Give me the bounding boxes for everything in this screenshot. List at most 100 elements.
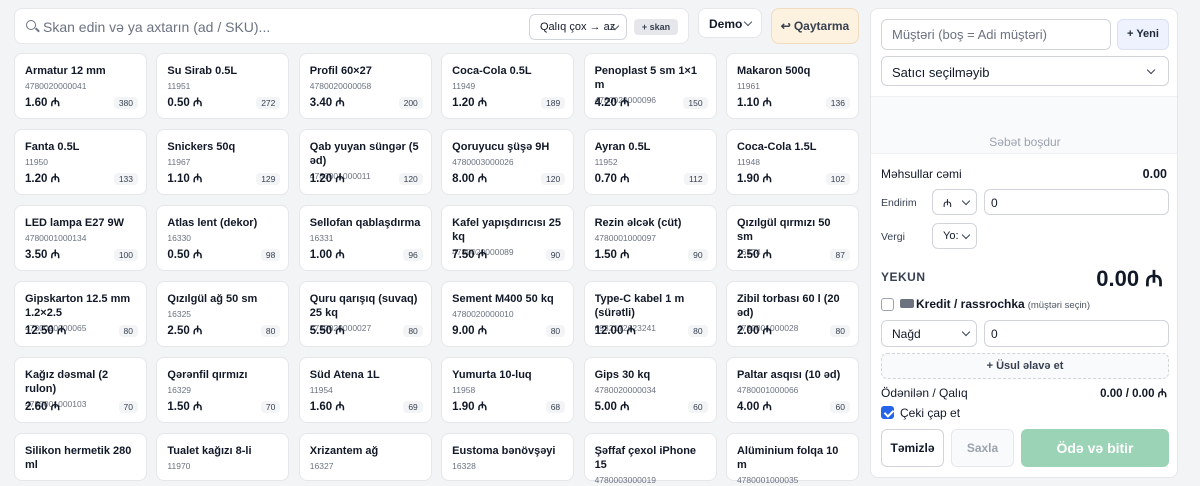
discount-input[interactable]: 0: [984, 189, 1169, 215]
save-button[interactable]: Saxla: [951, 429, 1014, 467]
product-stock: 90: [688, 249, 708, 261]
sort-selected-label: Qalıq çox → az: [540, 21, 616, 33]
product-card[interactable]: Ayran 0.5L 11952 0.70 ₼ 112: [583, 129, 717, 195]
product-card[interactable]: Profil 60×27 4780020000058 3.40 ₼ 200: [298, 53, 432, 119]
scan-label: skan: [649, 22, 671, 32]
product-sku: 4780003000019: [594, 475, 657, 485]
product-stock: 69: [403, 401, 423, 413]
return-button[interactable]: ↩ Qaytarma: [771, 8, 859, 44]
product-price: 9.00 ₼: [452, 325, 488, 337]
product-card[interactable]: Penoplast 5 sm 1×1 m 4780020000096 4.20 ₼ 1…: [583, 53, 717, 119]
product-name: Paltar asqısı (10 əd): [736, 369, 841, 381]
product-sku: 11958: [452, 385, 476, 395]
product-price: 1.60 ₼: [25, 97, 60, 109]
product-card[interactable]: Coca-Cola 0.5L 11949 1.20 ₼ 189: [441, 53, 575, 119]
chevron-down-icon: [961, 327, 971, 337]
pay-and-finish-button[interactable]: Ödə və bitir: [1021, 429, 1169, 467]
product-card[interactable]: Zibil torbası 60 l (20 əd) 4780001000028 2…: [725, 281, 859, 347]
product-card[interactable]: Atlas lent (dekor) 16330 0.50 ₼ 98: [156, 205, 290, 271]
product-card[interactable]: Kafel yapışdırıcısı 25 kq 4780020000089 7.…: [441, 205, 575, 271]
credit-checkbox[interactable]: [881, 298, 894, 311]
product-sku: 4780003000026: [452, 157, 514, 167]
product-card[interactable]: Type-C kabel 1 m (sürətli) 6932172623241 1…: [583, 281, 717, 347]
product-card[interactable]: Sellofan qablaşdırma 16331 1.00 ₼ 96: [298, 205, 432, 271]
new-customer-button[interactable]: + Yeni: [1117, 19, 1169, 50]
product-name: Kağız dəsmal (2 rulon): [25, 369, 109, 395]
product-card[interactable]: Sement M400 50 kq 4780020000010 9.00 ₼ 80: [441, 281, 575, 347]
discount-type-select[interactable]: ₼: [932, 189, 977, 215]
chevron-down-icon: [743, 17, 753, 27]
product-sku: 16331: [309, 233, 334, 243]
product-card[interactable]: Şəffaf çexol iPhone 15 4780003000019: [583, 433, 717, 485]
product-stock: 100: [113, 249, 138, 261]
product-sku: 16330: [167, 233, 192, 243]
print-receipt-checkbox[interactable]: [881, 406, 894, 419]
product-card[interactable]: Snickers 50q 11967 1.10 ₼ 129: [156, 129, 290, 195]
product-price: 1.20 ₼: [25, 173, 60, 185]
product-card[interactable]: Gipskarton 12.5 mm 1.2×2.5 4780020000065 1…: [14, 281, 147, 347]
product-card[interactable]: Qoruyucu şüşə 9H 4780003000026 8.00 ₼ 120: [441, 129, 575, 195]
scan-button[interactable]: + skan: [634, 19, 678, 35]
product-card[interactable]: Coca-Cola 1.5L 11948 1.90 ₼ 102: [725, 129, 859, 195]
product-card[interactable]: Yumurta 10-luq 11958 1.90 ₼ 68: [441, 357, 575, 423]
customer-input[interactable]: [881, 19, 1111, 50]
product-card[interactable]: Armatur 12 mm 4780020000041 1.60 ₼ 380: [14, 53, 147, 119]
tax-select[interactable]: Yo:: [932, 223, 977, 249]
product-name: Su Sirab 0.5L: [167, 65, 238, 77]
product-card[interactable]: Su Sirab 0.5L 11951 0.50 ₼ 272: [156, 53, 290, 119]
product-card[interactable]: Tualet kağızı 8-li 11970: [156, 433, 290, 481]
product-stock: 60: [830, 401, 850, 413]
product-card[interactable]: Eustoma bənövşəyi 16328: [441, 433, 575, 481]
product-card[interactable]: Rezin əlcək (cüt) 4780001000097 1.50 ₼ 90: [583, 205, 717, 271]
product-name: Qoruyucu şüşə 9H: [452, 141, 550, 153]
clear-button[interactable]: Təmizlə: [881, 429, 944, 467]
product-name: Qızılgül qırmızı 50 sm: [736, 217, 831, 243]
product-name: Ayran 0.5L: [594, 141, 651, 153]
product-stock: 102: [825, 173, 850, 185]
product-card[interactable]: Fanta 0.5L 11950 1.20 ₼ 133: [14, 129, 147, 195]
product-card[interactable]: Silikon hermetik 280 ml: [14, 433, 147, 481]
product-name: Zibil torbası 60 l (20 əd): [736, 293, 840, 319]
product-stock: 70: [118, 401, 138, 413]
demo-dropdown[interactable]: Demo: [698, 8, 762, 38]
product-card[interactable]: Qərənfil qırmızı 16329 1.50 ₼ 70: [156, 357, 290, 423]
product-card[interactable]: Quru qarışıq (suvaq) 25 kq 4780020000027 5…: [298, 281, 432, 347]
add-payment-method-button[interactable]: + Üsul əlavə et: [881, 353, 1169, 379]
product-sku: 4780001000134: [25, 233, 87, 243]
cart-empty-text: Səbət boşdur: [989, 135, 1061, 149]
return-label: Qaytarma: [793, 19, 850, 33]
product-card[interactable]: Qab yuyan süngər (5 əd) 4780001000011 1.20…: [298, 129, 432, 195]
product-price: 0.70 ₼: [594, 173, 630, 185]
product-stock: 380: [113, 97, 138, 109]
credit-hint: (müştəri seçin): [1027, 300, 1091, 311]
payment-amount-input[interactable]: 0: [984, 320, 1169, 347]
demo-label: Demo: [709, 17, 743, 31]
product-price: 12.00 ₼: [594, 325, 636, 337]
product-card[interactable]: Gips 30 kq 4780020000034 5.00 ₼ 60: [583, 357, 717, 423]
product-card[interactable]: Alüminium folqa 10 m 4780001000035: [725, 433, 859, 485]
search-input[interactable]: [43, 16, 523, 38]
product-card[interactable]: LED lampa E27 9W 4780001000134 3.50 ₼ 100: [14, 205, 147, 271]
product-name: Profil 60×27: [309, 65, 372, 77]
product-card[interactable]: Qızılgül ağ 50 sm 16325 2.50 ₼ 80: [156, 281, 290, 347]
product-sku: 16327: [309, 461, 334, 471]
product-price: 2.50 ₼: [736, 249, 772, 261]
product-sku: 4780001000066: [736, 385, 799, 395]
product-sku: 16329: [167, 385, 192, 395]
sort-select[interactable]: Qalıq çox → az: [529, 14, 627, 40]
product-card[interactable]: Süd Atena 1L 11954 1.60 ₼ 69: [298, 357, 432, 423]
product-card[interactable]: Paltar asqısı (10 əd) 4780001000066 4.00 ₼…: [725, 357, 859, 423]
paid-remaining-value: 0.00 / 0.00 ₼: [1100, 388, 1167, 400]
product-card[interactable]: Kağız dəsmal (2 rulon) 4780001000103 2.60 …: [14, 357, 147, 423]
product-name: Sellofan qablaşdırma: [309, 217, 421, 229]
product-price: 1.90 ₼: [736, 173, 772, 185]
product-price: 3.50 ₼: [25, 249, 60, 261]
product-sku: 11954: [309, 385, 333, 395]
product-card[interactable]: Xrizantem ağ 16327: [298, 433, 432, 481]
product-stock: 68: [545, 401, 566, 413]
product-card[interactable]: Makaron 500q 11961 1.10 ₼ 136: [725, 53, 859, 119]
plus-icon: +: [641, 22, 648, 32]
product-card[interactable]: Qızılgül qırmızı 50 sm 16324 2.50 ₼ 87: [725, 205, 859, 271]
payment-method-select[interactable]: Nağd: [881, 320, 977, 347]
seller-select[interactable]: Satıcı seçilməyib: [881, 56, 1169, 86]
